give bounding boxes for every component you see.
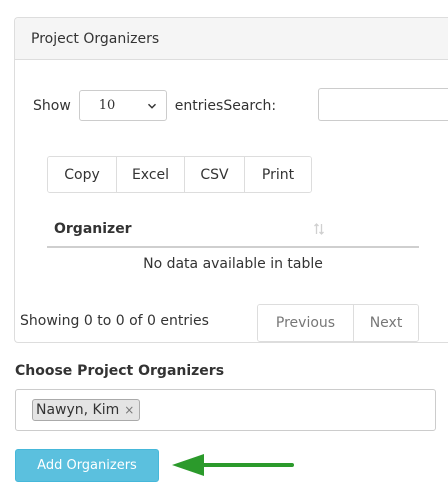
- entries-label: entries: [174, 97, 224, 114]
- column-header-label: Organizer: [54, 221, 132, 237]
- export-button-group: Copy Excel CSV Print: [47, 156, 312, 193]
- print-button[interactable]: Print: [245, 157, 311, 192]
- remove-chip-icon[interactable]: ×: [124, 404, 134, 416]
- table-header-organizer[interactable]: Organizer: [47, 212, 419, 248]
- panel-heading: Project Organizers: [15, 18, 448, 60]
- table-info: Showing 0 to 0 of 0 entries: [20, 313, 209, 329]
- previous-button[interactable]: Previous: [258, 305, 354, 341]
- search-input[interactable]: [318, 88, 448, 121]
- csv-button[interactable]: CSV: [185, 157, 245, 192]
- pagination: Previous Next: [257, 304, 419, 342]
- selected-organizer-chip: Nawyn, Kim ×: [32, 399, 141, 421]
- excel-button[interactable]: Excel: [117, 157, 185, 192]
- arrow-left-icon: [172, 454, 294, 476]
- search-label: Search:: [223, 97, 277, 114]
- choose-organizers-label: Choose Project Organizers: [15, 363, 225, 379]
- entries-per-page-value: 10: [98, 98, 116, 113]
- empty-table-message: No data available in table: [143, 256, 323, 272]
- add-organizers-button[interactable]: Add Organizers: [15, 449, 159, 482]
- show-label: Show: [33, 97, 71, 114]
- next-button[interactable]: Next: [354, 305, 418, 341]
- panel-title: Project Organizers: [31, 30, 160, 47]
- table-length-control: Show 10 entries Search:: [33, 90, 276, 121]
- entries-per-page-select[interactable]: 10: [78, 90, 167, 121]
- copy-button[interactable]: Copy: [48, 157, 117, 192]
- selected-organizer-name: Nawyn, Kim: [36, 402, 120, 418]
- sort-icon: [314, 223, 324, 235]
- page: Project Organizers Show 10 entries Searc…: [0, 0, 448, 498]
- chevron-down-icon: [147, 103, 156, 109]
